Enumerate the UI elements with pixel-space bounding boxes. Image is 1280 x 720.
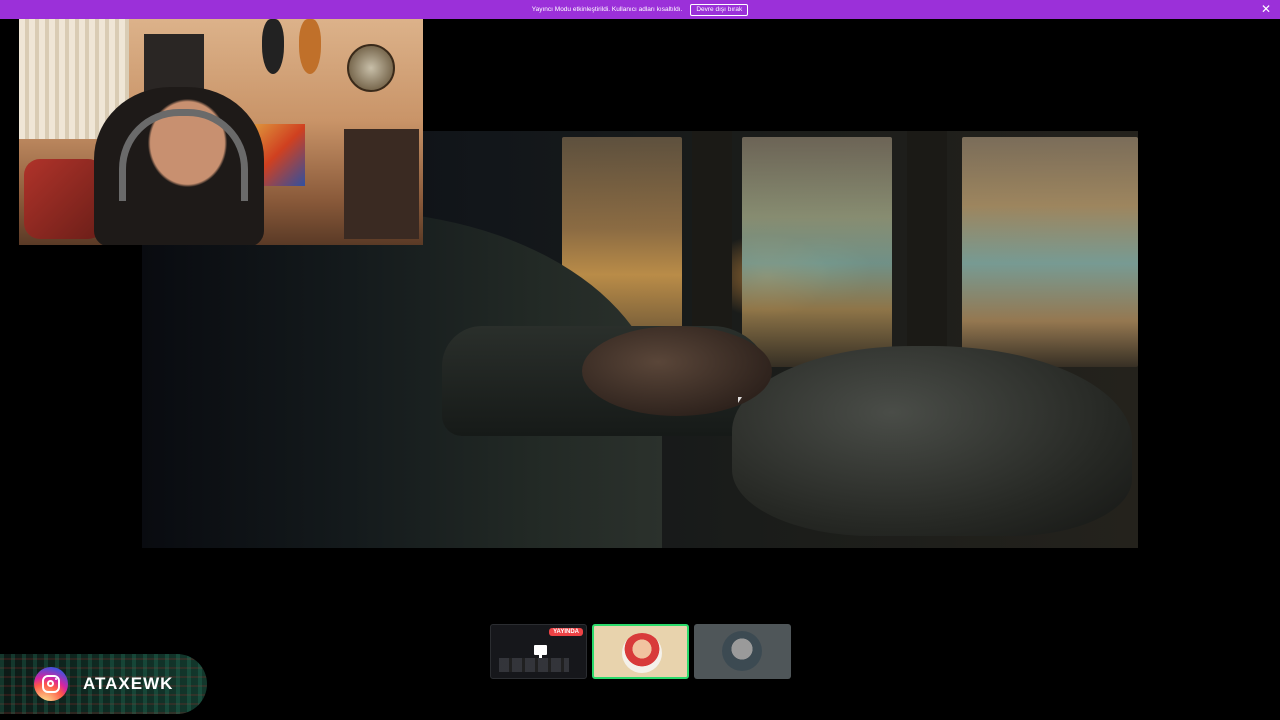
webcam-guitar — [262, 19, 284, 74]
participant-tile[interactable] — [694, 624, 791, 679]
participant-strip: YAYINDA — [490, 624, 791, 680]
participant-tile-speaking[interactable] — [592, 624, 689, 679]
disable-streamer-mode-button[interactable]: Devre dışı bırak — [690, 3, 749, 16]
instagram-icon — [34, 667, 68, 701]
webcam-chair — [24, 159, 104, 239]
instagram-handle: ATAXEWK — [83, 674, 174, 693]
participant-tile-screen-share[interactable]: YAYINDA — [490, 624, 587, 679]
instagram-overlay: ATAXEWK — [0, 654, 207, 714]
stained-window — [962, 137, 1138, 367]
banner-message: Yayıncı Modu etkinleştirildi. Kullanıcı … — [531, 6, 683, 13]
stained-window — [742, 137, 892, 367]
webcam-shelf — [344, 129, 419, 239]
webcam-mirror — [347, 44, 395, 92]
video-cat — [732, 346, 1132, 536]
webcam-overlay — [19, 19, 423, 245]
avatar — [622, 633, 662, 673]
avatar — [722, 631, 762, 671]
screen-preview — [499, 658, 569, 672]
mouse-cursor — [738, 397, 742, 403]
screen-share-icon — [534, 645, 547, 658]
video-hand — [582, 326, 772, 416]
streamer-mode-banner: Yayıncı Modu etkinleştirildi. Kullanıcı … — [0, 0, 1280, 19]
window-frame — [907, 131, 947, 371]
webcam-guitar — [299, 19, 321, 74]
close-icon[interactable]: ✕ — [1261, 2, 1271, 16]
live-badge: YAYINDA — [549, 628, 583, 636]
